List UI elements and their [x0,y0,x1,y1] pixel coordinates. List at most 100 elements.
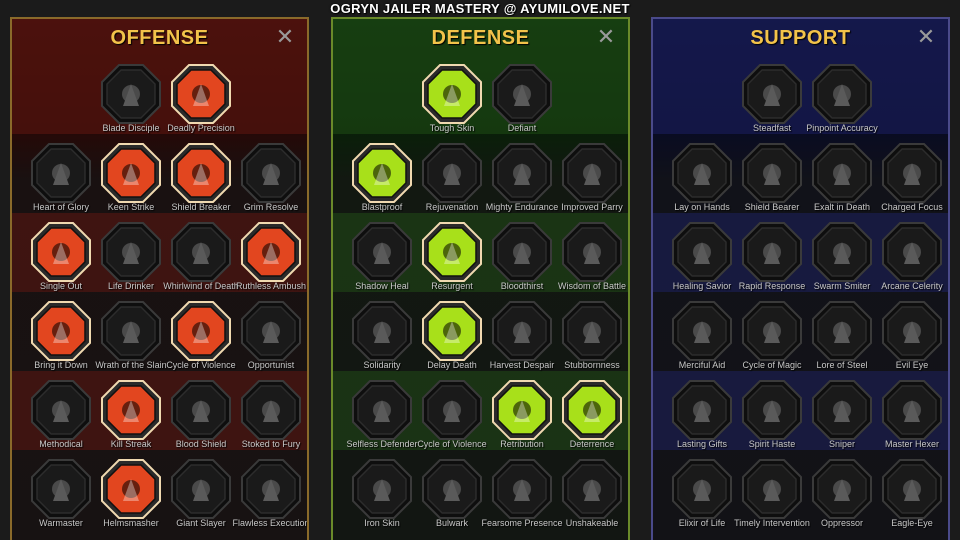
mastery-node[interactable]: Keen Strike [96,143,166,223]
mastery-node[interactable]: Pinpoint Accuracy [806,64,878,144]
mastery-label: Improved Parry [561,202,623,212]
mastery-label: Stoked to Fury [241,439,301,449]
hex-doll-icon [882,380,942,440]
axe-icon [171,301,231,361]
mastery-node[interactable]: Helmsmasher [96,459,166,539]
mastery-node[interactable]: Ruthless Ambush [236,222,306,302]
praying-hands-icon [672,143,732,203]
mastery-node[interactable]: Mighty Endurance [486,143,558,223]
mastery-node[interactable]: Kill Streak [96,380,166,460]
chevron-shield-icon [352,143,412,203]
mastery-label: Charged Focus [881,202,943,212]
mastery-label: Unshakeable [565,518,619,528]
sun-skull-icon [492,380,552,440]
mastery-node[interactable]: Giant Slayer [166,459,236,539]
mastery-node[interactable]: Warmaster [26,459,96,539]
mastery-node[interactable]: Deterrence [557,380,627,460]
close-icon[interactable]: ✕ [594,25,618,49]
mastery-node[interactable]: Blastproof [347,143,417,223]
defense-panel: DEFENSE ✕ Tough Skin Defiant Blastproof Rejuv… [331,17,630,540]
mastery-node[interactable]: Single Out [26,222,96,302]
mastery-label: Grim Resolve [243,202,299,212]
mastery-node[interactable]: Steadfast [737,64,807,144]
horned-warrior-icon [31,143,91,203]
mastery-node[interactable]: Wisdom of Battle [557,222,627,302]
mastery-node[interactable]: Spirit Haste [737,380,807,460]
mastery-node[interactable]: Defiant [487,64,557,144]
bulwark-shield-icon [422,459,482,519]
helmet-icon [101,459,161,519]
mastery-node[interactable]: Shield Breaker [166,143,236,223]
mastery-node[interactable]: Unshakeable [557,459,627,539]
mastery-node[interactable]: Retribution [487,380,557,460]
mastery-node[interactable]: Cycle of Magic [737,301,807,381]
mastery-node[interactable]: Shadow Heal [347,222,417,302]
mastery-node[interactable]: Bloodthirst [487,222,557,302]
mastery-node[interactable]: Master Hexer [877,380,947,460]
mastery-node[interactable]: Lore of Steel [807,301,877,381]
mastery-node[interactable]: Blood Shield [166,380,236,460]
mastery-node[interactable]: Delay Death [417,301,487,381]
mastery-node[interactable]: Blade Disciple [96,64,166,144]
fist-blade-icon [241,222,301,282]
skull-clock-icon [742,459,802,519]
mastery-node[interactable]: Grim Resolve [236,143,306,223]
mastery-node[interactable]: Lay on Hands [667,143,737,223]
mastery-node[interactable]: Methodical [26,380,96,460]
mastery-node[interactable]: Shield Bearer [737,143,807,223]
mastery-node[interactable]: Wrath of the Slain [95,301,167,381]
mastery-node[interactable]: Flawless Execution [232,459,307,539]
mastery-node[interactable]: Deadly Precision [166,64,236,144]
mastery-node[interactable]: Bring it Down [26,301,96,381]
iron-giant-icon [352,459,412,519]
mastery-node[interactable]: Healing Savior [667,222,737,302]
target-swirl-icon [812,64,872,124]
mastery-node[interactable]: Resurgent [417,222,487,302]
mastery-node[interactable]: Merciful Aid [667,301,737,381]
chain-lightning-icon [241,301,301,361]
mastery-node[interactable]: Timely Intervention [734,459,810,539]
mastery-label: Eagle-Eye [891,518,933,528]
mastery-node[interactable]: Sniper [807,380,877,460]
mastery-node[interactable]: Improved Parry [557,143,627,223]
compass-star-icon [672,380,732,440]
mastery-node[interactable]: Evil Eye [877,301,947,381]
mastery-node[interactable]: Exalt in Death [807,143,877,223]
offense-panel: OFFENSE ✕ Blade Disciple Deadly Precision He… [10,17,309,540]
mastery-node[interactable]: Bulwark [417,459,487,539]
chained-heart-icon [672,301,732,361]
mastery-node[interactable]: Rejuvenation [417,143,487,223]
deflect-icon [562,380,622,440]
mastery-node[interactable]: Fearsome Presence [481,459,563,539]
mastery-label: Master Hexer [884,439,939,449]
mastery-node[interactable]: Harvest Despair [487,301,557,381]
mastery-node[interactable]: Oppressor [807,459,877,539]
mastery-node[interactable]: Heart of Glory [26,143,96,223]
arrows-icon [31,222,91,282]
mastery-node[interactable]: Arcane Celerity [877,222,947,302]
mastery-node[interactable]: Stoked to Fury [236,380,306,460]
mastery-node[interactable]: Opportunist [236,301,306,381]
mastery-node[interactable]: Stubbornness [557,301,627,381]
mastery-label: Evil Eye [895,360,929,370]
mastery-node[interactable]: Eagle-Eye [877,459,947,539]
mastery-node[interactable]: Charged Focus [877,143,947,223]
mastery-node[interactable]: Solidarity [347,301,417,381]
mastery-node[interactable]: Iron Skin [347,459,417,539]
mastery-node[interactable]: Lasting Gifts [667,380,737,460]
mastery-node[interactable]: Rapid Response [737,222,807,302]
sword-down-icon [31,301,91,361]
mastery-label: Deterrence [569,439,615,449]
mastery-node[interactable]: Whirlwind of Death [163,222,239,302]
mastery-node[interactable]: Selfless Defender [346,380,418,460]
mastery-label: Deadly Precision [167,123,235,133]
close-icon[interactable]: ✕ [914,25,938,49]
book-icon [812,301,872,361]
mastery-node[interactable]: Tough Skin [417,64,487,144]
mastery-node[interactable]: Elixir of Life [667,459,737,539]
mastery-node[interactable]: Cycle of Violence [166,301,236,381]
mastery-node[interactable]: Life Drinker [96,222,166,302]
mastery-node[interactable]: Swarm Smiter [807,222,877,302]
close-icon[interactable]: ✕ [273,25,297,49]
mastery-node[interactable]: Cycle of Violence [417,380,487,460]
